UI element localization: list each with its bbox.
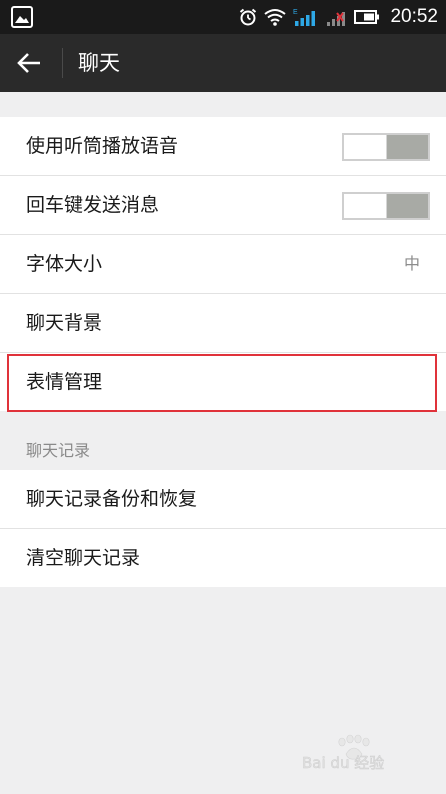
status-time: 20:52 (390, 6, 438, 27)
back-arrow-icon[interactable] (14, 48, 46, 78)
enter-to-send-toggle[interactable] (342, 192, 430, 220)
action-bar: 聊天 (0, 34, 446, 92)
battery-icon (354, 10, 380, 24)
section-header-chat-history: 聊天记录 (26, 441, 91, 460)
setting-row-font-size[interactable]: 字体大小 中 (0, 235, 446, 294)
status-bar: E 20:52 (0, 0, 446, 34)
setting-row-chat-background[interactable]: 聊天背景 (0, 294, 446, 353)
history-row-backup-restore[interactable]: 聊天记录备份和恢复 (0, 470, 446, 529)
gallery-notification-icon (11, 6, 33, 28)
watermark-text: Bai du 经验 (302, 754, 384, 772)
chat-history-list: 聊天记录备份和恢复 清空聊天记录 (0, 470, 446, 587)
history-row-clear-history[interactable]: 清空聊天记录 (0, 529, 446, 587)
page-title: 聊天 (78, 51, 120, 75)
history-label: 清空聊天记录 (26, 547, 141, 569)
signal-strength-icon: E (293, 9, 316, 26)
setting-label: 字体大小 (26, 253, 103, 275)
action-bar-divider (62, 48, 63, 78)
earpiece-playback-toggle[interactable] (342, 133, 430, 161)
setting-label: 使用听筒播放语音 (26, 135, 179, 157)
setting-row-sticker-management[interactable]: 表情管理 (0, 353, 446, 411)
no-signal-icon (327, 12, 346, 26)
setting-row-earpiece-playback[interactable]: 使用听筒播放语音 (0, 117, 446, 176)
toggle-knob (344, 194, 387, 218)
wifi-icon (264, 9, 287, 26)
status-icons: E 20:52 (238, 0, 438, 34)
history-label: 聊天记录备份和恢复 (26, 488, 198, 510)
setting-row-enter-to-send[interactable]: 回车键发送消息 (0, 176, 446, 235)
font-size-value: 中 (403, 254, 420, 273)
setting-label: 回车键发送消息 (26, 194, 160, 216)
network-type-label: E (293, 9, 298, 16)
alarm-icon (240, 8, 257, 26)
setting-label: 聊天背景 (26, 312, 103, 334)
chat-settings-list: 使用听筒播放语音 回车键发送消息 字体大小 中 聊天背景 表情管理 (0, 117, 446, 411)
baidu-jingyan-watermark: Bai du 经验 (302, 734, 384, 772)
setting-label: 表情管理 (26, 371, 103, 393)
screen: E 20:52 聊天 使用听筒播放语音 回车键发送消息 字体大小 中 聊天背景 … (0, 0, 446, 794)
toggle-knob (344, 135, 387, 159)
